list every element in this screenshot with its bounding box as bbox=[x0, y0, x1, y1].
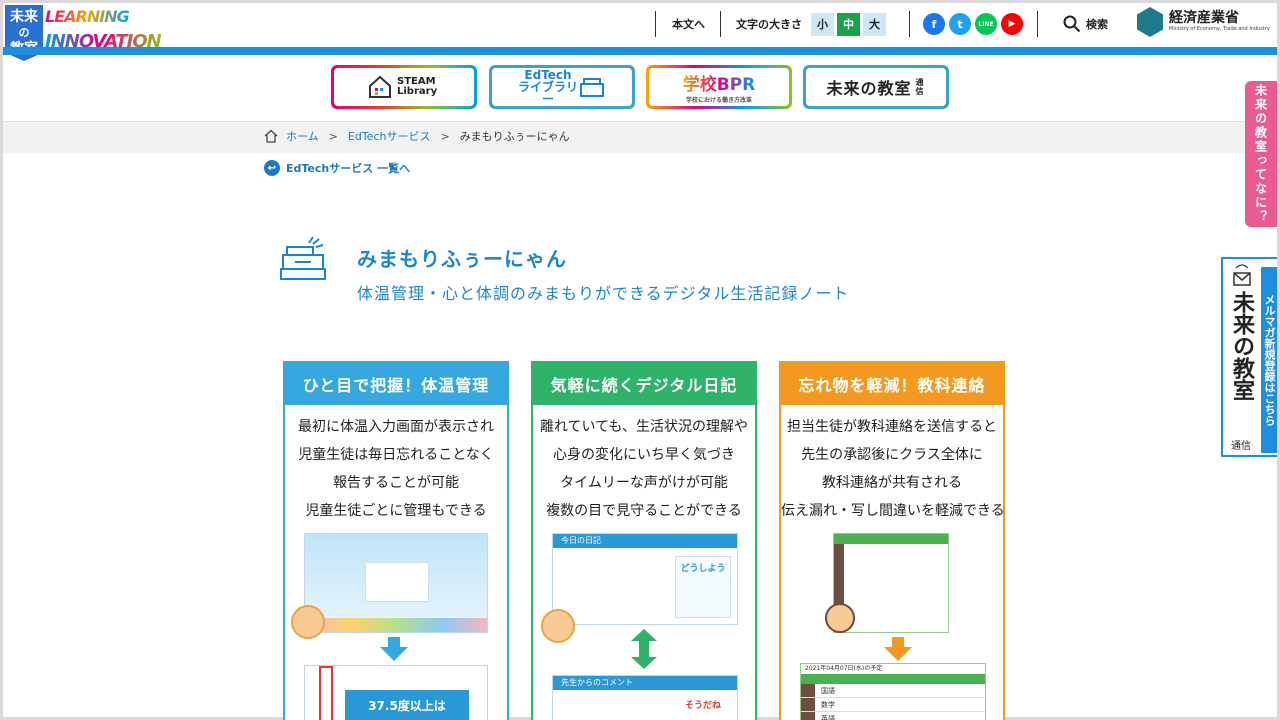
back-to-list-link[interactable]: ↩ EdTechサービス 一覧へ bbox=[264, 160, 410, 176]
product-title: みまもりふぅーにゃん bbox=[357, 247, 567, 271]
home-icon[interactable] bbox=[264, 129, 278, 143]
divider bbox=[655, 11, 656, 37]
site-header: 未来 の 教室 LEARNING INNOVATION 本文へ 文字の大きさ 小… bbox=[3, 3, 1277, 61]
newsletter-title: 未来の教室 bbox=[1229, 291, 1254, 401]
newsletter-subtitle: 通信 bbox=[1231, 441, 1251, 452]
arrow-updown-icon bbox=[631, 629, 657, 669]
temperature-table-screenshot: 37.5度以上は bbox=[304, 665, 488, 720]
feature-card-diary: 気軽に続くデジタル日記 離れていても、生活状況の理解や 心身の変化にいち早く気づ… bbox=[531, 361, 757, 720]
text-size-control: 文字の大きさ 小 中 大 bbox=[736, 11, 886, 37]
breadcrumb-current: みまもりふぅーにゃん bbox=[459, 130, 570, 143]
search-label: 検索 bbox=[1086, 18, 1108, 31]
feature-description: 最初に体温入力画面が表示され 児童生徒は毎日忘れることなく 報告することが可能 … bbox=[298, 419, 494, 519]
meti-logo[interactable]: 経済産業省 Ministry of Economy, Trade and Ind… bbox=[1137, 7, 1270, 37]
meti-name: 経済産業省 bbox=[1169, 10, 1239, 26]
sns-links: f t LINE ▶ bbox=[923, 11, 1027, 37]
feature-description: 離れていても、生活状況の理解や 心身の変化にいち早く気づき タイムリーな声がけが… bbox=[539, 419, 749, 519]
temperature-callout: 37.5度以上は bbox=[345, 690, 469, 720]
newsletter-strip-label: メルマガ新規登録はこちら bbox=[1261, 267, 1277, 453]
twitter-icon[interactable]: t bbox=[949, 13, 971, 35]
mirai-tsushin-banner[interactable]: 未来の教室 通信 bbox=[803, 65, 949, 109]
divider bbox=[720, 11, 721, 37]
divider bbox=[909, 11, 910, 37]
steam-library-banner[interactable]: STEAM Library bbox=[331, 65, 477, 109]
speech-bubble: どうしよう bbox=[675, 556, 731, 618]
text-size-large-button[interactable]: 大 bbox=[863, 12, 886, 36]
school-bpr-banner[interactable]: 学校BPR 学校における働き方改革 bbox=[646, 65, 792, 109]
feature-heading: ひと目で把握！体温管理 bbox=[285, 363, 507, 405]
feature-card-subject-contact: 忘れ物を軽減！教科連絡 担当生徒が教科連絡を送信すると 先生の承認後にクラス全体… bbox=[779, 361, 1005, 720]
edtech-library-banner[interactable]: EdTech ライブラリー bbox=[489, 65, 635, 109]
breadcrumb-home-link[interactable]: ホーム bbox=[286, 128, 319, 144]
schedule-screenshot: 2021年04月07日(水)の予定 国語 数学 英語 bbox=[800, 663, 986, 720]
text-size-label: 文字の大きさ bbox=[736, 18, 802, 31]
breadcrumb-band bbox=[3, 121, 1277, 153]
feature-description: 担当生徒が教科連絡を送信すると 先生の承認後にクラス全体に 教科連絡が共有される… bbox=[781, 419, 1005, 519]
product-subtitle: 体温管理・心と体調のみまもりができるデジタル生活記録ノート bbox=[357, 284, 850, 303]
mail-icon bbox=[1233, 264, 1251, 286]
feature-heading: 忘れ物を軽減！教科連絡 bbox=[781, 363, 1003, 405]
student-avatar bbox=[825, 603, 855, 633]
teacher-comment-screenshot: 先生からのコメント そうだね bbox=[552, 675, 738, 720]
header-accent-line bbox=[3, 47, 1277, 55]
feature-heading: 気軽に続くデジタル日記 bbox=[533, 363, 755, 405]
feature-card-temperature: ひと目で把握！体温管理 最初に体温入力画面が表示され 児童生徒は毎日忘れることな… bbox=[283, 361, 509, 720]
back-arrow-icon: ↩ bbox=[264, 160, 280, 176]
facebook-icon[interactable]: f bbox=[923, 13, 945, 35]
teacher-avatar bbox=[291, 605, 325, 639]
house-icon bbox=[369, 75, 391, 98]
library-box-icon bbox=[580, 78, 604, 97]
search-icon bbox=[1063, 15, 1081, 33]
what-is-mirai-tab[interactable]: 未来の教室ってなに？ bbox=[1245, 81, 1277, 227]
breadcrumb: ホーム > EdTechサービス > みまもりふぅーにゃん bbox=[264, 128, 570, 144]
skip-to-content-link[interactable]: 本文へ bbox=[672, 11, 705, 37]
speech-bubble: そうだね bbox=[684, 701, 721, 711]
newsletter-signup-tab[interactable]: 未来の教室 通信 メルマガ新規登録はこちら bbox=[1221, 257, 1277, 457]
search-button[interactable]: 検索 bbox=[1063, 11, 1108, 37]
arrow-down-icon bbox=[380, 637, 408, 661]
text-size-medium-button[interactable]: 中 bbox=[837, 12, 860, 36]
youtube-icon[interactable]: ▶ bbox=[1001, 13, 1023, 35]
student-avatar bbox=[541, 609, 575, 643]
text-size-small-button[interactable]: 小 bbox=[811, 12, 834, 36]
meti-sub: Ministry of Economy, Trade and Industry bbox=[1169, 26, 1270, 32]
diary-screenshot: 今日の日記 どうしよう bbox=[552, 533, 738, 625]
logo-word-learning: LEARNING bbox=[45, 7, 130, 26]
line-icon[interactable]: LINE bbox=[975, 13, 997, 35]
temperature-input-screenshot bbox=[304, 533, 488, 633]
edtech-box-icon bbox=[280, 236, 326, 280]
breadcrumb-category-link[interactable]: EdTechサービス bbox=[348, 128, 431, 144]
arrow-down-icon bbox=[884, 637, 912, 661]
divider bbox=[1037, 11, 1038, 37]
meti-emblem-icon bbox=[1137, 7, 1163, 37]
